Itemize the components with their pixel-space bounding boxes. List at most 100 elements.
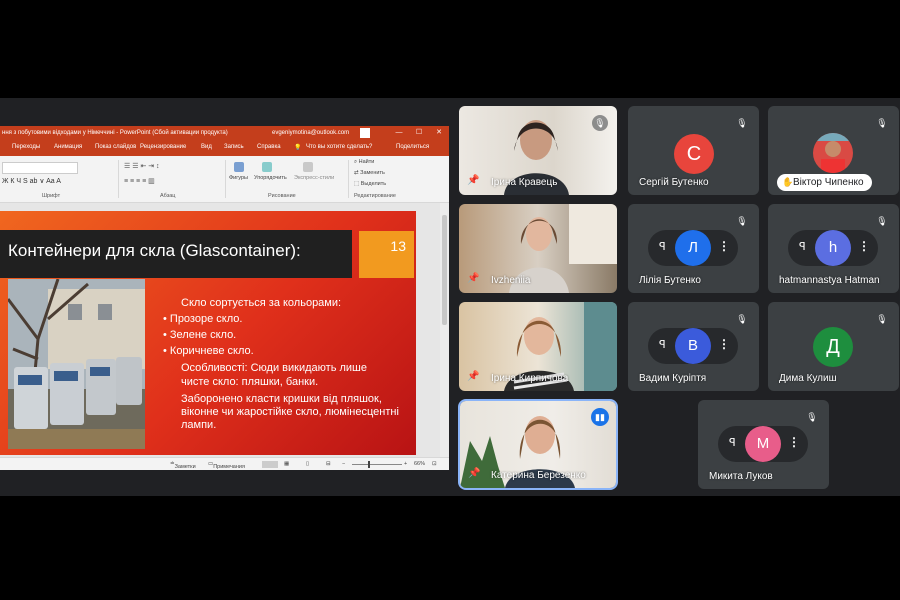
account-email[interactable]: evgeniymotina@outlook.com <box>272 126 349 140</box>
participant-name: Ірина Кирпичова <box>491 373 569 384</box>
zoom-slider[interactable] <box>352 464 402 465</box>
mic-off-icon: 🎙 <box>736 118 748 128</box>
tab-transitions[interactable]: Переходы <box>12 144 40 150</box>
tell-me-search[interactable]: Что вы хотите сделать? <box>306 144 372 150</box>
participant-avatar: M <box>745 426 781 462</box>
minimize-button[interactable]: — <box>392 126 406 140</box>
align-buttons[interactable]: ≡ ≡ ≡ ≡ ▥ <box>124 177 155 185</box>
mic-off-icon: 🎙 <box>806 412 818 422</box>
maximize-button[interactable]: ☐ <box>412 126 426 140</box>
participant-tile[interactable]: 🎙 ꟼ В ⋮ Вадим Куріптя <box>628 302 759 391</box>
fit-to-window-icon[interactable]: ⊡ <box>432 461 437 467</box>
zoom-level[interactable]: 66% <box>414 461 425 467</box>
participant-tile[interactable]: 🎙 📌 Ірина Кравець <box>459 106 617 195</box>
participant-name: Ірина Кравець <box>491 177 558 188</box>
glass-container-photo <box>8 279 145 449</box>
slide-bullet: • Зелене скло. <box>163 329 237 341</box>
replace-button[interactable]: ⇄ Заменить <box>354 170 385 176</box>
quick-styles-button[interactable]: Экспресс-стили <box>294 175 334 181</box>
drawing-group-label: Рисование <box>268 193 296 199</box>
mic-off-icon: 🎙 <box>736 216 748 226</box>
notes-label: Заметки <box>174 464 196 470</box>
notes-button[interactable]: ≐ Заметки <box>170 461 196 470</box>
tab-view[interactable]: Вид <box>201 144 212 150</box>
tab-record[interactable]: Запись <box>224 144 244 150</box>
participant-avatar: Л <box>675 230 711 266</box>
comments-button[interactable]: ▭ Примечания <box>208 461 245 470</box>
participant-avatar: В <box>675 328 711 364</box>
font-name-box[interactable] <box>2 162 78 174</box>
arrange-button[interactable]: Упорядочить <box>254 175 287 181</box>
tile-hover-controls: ꟼ Л ⋮ <box>648 230 738 266</box>
select-button[interactable]: ⬚ Выделить <box>354 181 386 187</box>
participant-tile[interactable]: ▮▮ 📌 Катерина Березенко <box>460 401 616 488</box>
pin-icon[interactable]: ꟼ <box>729 436 736 449</box>
slide-text-line: віконне чи жаростійке скло, люмінесцентн… <box>181 406 399 418</box>
zoom-out-button[interactable]: − <box>342 461 345 467</box>
tab-slideshow[interactable]: Показ слайдов <box>95 144 136 150</box>
pin-icon[interactable]: 📌 <box>467 175 479 186</box>
pin-icon[interactable]: ꟼ <box>659 338 666 351</box>
pin-icon[interactable]: ꟼ <box>659 240 666 253</box>
slideshow-button[interactable]: ⊟ <box>326 461 331 467</box>
scrollbar-thumb[interactable] <box>442 215 447 325</box>
pin-icon[interactable]: 📌 <box>467 371 479 382</box>
reading-view-button[interactable]: ▯ <box>306 461 309 467</box>
tab-help[interactable]: Справка <box>257 144 281 150</box>
close-button[interactable]: ✕ <box>432 126 446 140</box>
font-style-buttons[interactable]: Ж К Ч S ab ∨ Aa A <box>2 177 61 185</box>
participant-tile[interactable]: 🎙 Д Дима Кулиш <box>768 302 899 391</box>
participant-avatar: h <box>815 230 851 266</box>
participant-avatar <box>813 133 853 173</box>
more-options-icon[interactable]: ⋮ <box>858 239 870 253</box>
pin-icon[interactable]: 📌 <box>467 273 479 284</box>
account-avatar[interactable] <box>360 128 370 138</box>
participant-tile[interactable]: 🎙 ꟼ M ⋮ Микита Луков <box>698 400 829 489</box>
font-group-label: Шрифт <box>42 193 61 199</box>
normal-view-button[interactable] <box>262 461 278 468</box>
paragraph-group-label: Абзац <box>160 193 176 199</box>
share-button[interactable]: Поделиться <box>396 144 429 150</box>
list-buttons[interactable]: ☰ ☰ ⇤ ⇥ ↕ <box>124 162 160 170</box>
mic-off-icon: 🎙 <box>876 118 888 128</box>
slide-title: Контейнери для скла (Glascontainer): <box>8 241 301 260</box>
slide-text-line: лампи. <box>181 419 217 431</box>
participant-tile[interactable]: 🎙 С Сергій Бутенко <box>628 106 759 195</box>
participant-tile[interactable]: 📌 Ірина Кирпичова <box>459 302 617 391</box>
vertical-scrollbar[interactable] <box>440 203 449 457</box>
pin-icon[interactable]: 📌 <box>468 468 480 479</box>
more-options-icon[interactable]: ⋮ <box>718 337 730 351</box>
participant-name: Ivzheniia <box>491 275 531 286</box>
participant-name-pill: ✋ Віктор Чипенко <box>777 174 872 191</box>
find-button[interactable]: ⌕ Найти <box>354 159 374 166</box>
window-title: ння з побутовими відходами у Німеччині -… <box>2 130 228 136</box>
participant-tile[interactable]: 🎙 ꟼ Л ⋮ Лілія Бутенко <box>628 204 759 293</box>
mic-off-icon: 🎙 <box>736 314 748 324</box>
audio-level-icon: ▮▮ <box>591 408 609 426</box>
pin-icon[interactable]: ꟼ <box>799 240 806 253</box>
slide-sorter-button[interactable]: ▦ <box>284 461 289 467</box>
tile-hover-controls: ꟼ h ⋮ <box>788 230 878 266</box>
powerpoint-title-bar: ння з побутовими відходами у Німеччині -… <box>0 126 449 140</box>
participant-tile[interactable]: 📌 Ivzheniia <box>459 204 617 293</box>
participant-tile[interactable]: 🎙 ✋ Віктор Чипенко <box>768 106 899 195</box>
tab-review[interactable]: Рецензирование <box>140 144 186 150</box>
zoom-in-button[interactable]: + <box>404 461 407 467</box>
ribbon: Ж К Ч S ab ∨ Aa A Шрифт ☰ ☰ ⇤ ⇥ ↕ ≡ ≡ ≡ … <box>0 156 449 203</box>
lightbulb-icon: 💡 <box>294 145 302 151</box>
participant-name: Лілія Бутенко <box>639 275 701 286</box>
slide-13[interactable]: Контейнери для скла (Glascontainer): 13 <box>0 211 416 455</box>
participant-name: Віктор Чипенко <box>793 177 864 188</box>
more-options-icon[interactable]: ⋮ <box>718 239 730 253</box>
participant-tile[interactable]: 🎙 ꟼ h ⋮ hatmannastya Hatman <box>768 204 899 293</box>
tile-hover-controls: ꟼ В ⋮ <box>648 328 738 364</box>
shapes-button[interactable]: Фигуры <box>229 175 248 181</box>
comments-label: Примечания <box>213 464 245 470</box>
find-label: Найти <box>358 159 375 165</box>
zoom-slider-thumb[interactable] <box>368 461 370 468</box>
tab-animation[interactable]: Анимация <box>54 144 82 150</box>
mic-off-icon: 🎙 <box>592 115 608 131</box>
slide-text-line: Особливості: Сюди викидають лише <box>181 362 367 374</box>
slide-text-line: Заборонено класти кришки від пляшок, <box>181 393 382 405</box>
more-options-icon[interactable]: ⋮ <box>788 435 800 449</box>
